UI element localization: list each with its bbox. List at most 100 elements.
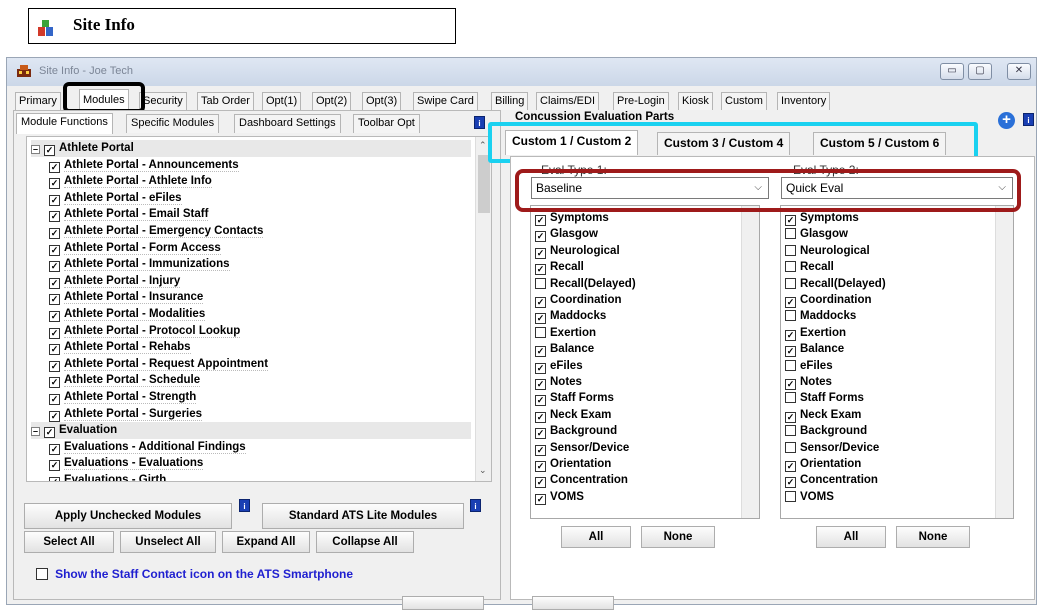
- maximize-button[interactable]: ▢: [968, 63, 992, 80]
- subtab-specific-modules[interactable]: Specific Modules: [126, 114, 220, 133]
- eval-part-checkbox[interactable]: ✓: [785, 329, 796, 341]
- eval-part-item[interactable]: Recall: [785, 259, 834, 275]
- tree-item[interactable]: ✓ Athlete Portal - Strength: [49, 389, 197, 406]
- eval-part-item[interactable]: ✓ eFiles: [535, 358, 583, 374]
- eval-part-checkbox[interactable]: ✓: [535, 247, 546, 259]
- eval-part-checkbox[interactable]: ✓: [535, 411, 546, 423]
- eval-part-item[interactable]: ✓ Neck Exam: [785, 407, 861, 423]
- collapse-all-button[interactable]: Collapse All: [316, 531, 414, 553]
- tab-inventory[interactable]: Inventory: [777, 92, 831, 110]
- eval-part-checkbox[interactable]: ✓: [535, 346, 546, 358]
- eval-part-checkbox[interactable]: [785, 490, 796, 502]
- tree-checkbox[interactable]: ✓: [49, 394, 60, 405]
- unselect-all-button[interactable]: Unselect All: [120, 531, 216, 553]
- tree-item[interactable]: ✓ Evaluations - Evaluations: [49, 455, 204, 472]
- expand-all-button[interactable]: Expand All: [222, 531, 310, 553]
- tab-claims-edi[interactable]: Claims/EDI: [536, 92, 600, 110]
- tree-item[interactable]: ✓ Athlete Portal - Rehabs: [49, 339, 191, 356]
- eval-part-item[interactable]: ✓ Background: [535, 423, 617, 440]
- eval-part-item[interactable]: ✓ Symptoms: [535, 210, 609, 226]
- collapse-icon[interactable]: –: [31, 427, 40, 437]
- collapse-icon[interactable]: –: [31, 145, 40, 154]
- eval-part-checkbox[interactable]: ✓: [535, 362, 546, 374]
- eval-part-checkbox[interactable]: ✓: [785, 297, 796, 308]
- close-button[interactable]: ✕: [1007, 63, 1031, 80]
- tree-item[interactable]: ✓ Athlete Portal - Request Appointment: [49, 356, 269, 373]
- tree-item[interactable]: ✓ Athlete Portal - Immunizations: [49, 256, 230, 273]
- eval-part-item[interactable]: Staff Forms: [785, 390, 864, 406]
- tree-item[interactable]: ✓ Athlete Portal - Emergency Contacts: [49, 223, 264, 240]
- staff-contact-option[interactable]: Show the Staff Contact icon on the ATS S…: [36, 567, 353, 581]
- eval-part-item[interactable]: VOMS: [785, 489, 834, 505]
- eval-part-checkbox[interactable]: ✓: [535, 493, 546, 505]
- eval-part-item[interactable]: ✓ Notes: [785, 374, 832, 390]
- eval-part-checkbox[interactable]: ✓: [785, 379, 796, 390]
- tree-checkbox[interactable]: ✓: [49, 443, 60, 455]
- tab-pre-login[interactable]: Pre-Login: [613, 92, 669, 110]
- eval-part-checkbox[interactable]: [535, 326, 546, 338]
- eval-part-checkbox[interactable]: ✓: [535, 313, 546, 325]
- tree-item[interactable]: ✓ Athlete Portal - eFiles: [49, 190, 182, 207]
- eval-part-checkbox[interactable]: ✓: [535, 215, 546, 226]
- eval-part-item[interactable]: ✓ Balance: [785, 341, 844, 358]
- eval-part-checkbox[interactable]: [785, 359, 796, 371]
- tree-checkbox[interactable]: ✓: [49, 327, 60, 339]
- subtab-module-functions[interactable]: Module Functions: [16, 113, 113, 134]
- tree-checkbox[interactable]: ✓: [49, 294, 60, 306]
- tree-item[interactable]: ✓ Evaluations - Girth: [49, 472, 167, 481]
- eval-part-item[interactable]: ✓ Maddocks: [535, 308, 606, 325]
- tree-checkbox[interactable]: ✓: [44, 427, 55, 439]
- eval-part-item[interactable]: ✓ Staff Forms: [535, 390, 614, 407]
- eval-part-item[interactable]: ✓ Concentration: [785, 472, 878, 489]
- tree-item[interactable]: ✓ Athlete Portal - Protocol Lookup: [49, 323, 241, 340]
- tab-primary[interactable]: Primary: [15, 92, 61, 110]
- eval-part-item[interactable]: Background: [785, 423, 867, 439]
- eval-part-checkbox[interactable]: ✓: [535, 231, 546, 243]
- eval-part-item[interactable]: ✓ Symptoms: [785, 210, 859, 226]
- tree-item[interactable]: ✓ Evaluations - Additional Findings: [49, 439, 246, 456]
- tree-checkbox[interactable]: ✓: [49, 244, 60, 256]
- eval-part-item[interactable]: ✓ Sensor/Device: [535, 440, 629, 456]
- tab-custom[interactable]: Custom: [721, 92, 767, 110]
- eval-part-item[interactable]: ✓ Neurological: [535, 243, 620, 259]
- tree-checkbox[interactable]: ✓: [49, 194, 60, 206]
- subtab-toolbar-opt[interactable]: Toolbar Opt: [353, 114, 420, 133]
- eval-part-checkbox[interactable]: ✓: [785, 215, 796, 226]
- eval-part-checkbox[interactable]: ✓: [535, 379, 546, 390]
- bottom-button[interactable]: [402, 596, 484, 610]
- eval-part-checkbox[interactable]: [785, 425, 796, 437]
- all-button-1[interactable]: All: [561, 526, 631, 548]
- eval-part-checkbox[interactable]: ✓: [535, 444, 546, 456]
- tree-item[interactable]: ✓ Athlete Portal - Injury: [49, 273, 181, 290]
- tree-item[interactable]: ✓ Athlete Portal - Modalities: [49, 306, 206, 323]
- eval-part-item[interactable]: eFiles: [785, 358, 833, 374]
- all-button-2[interactable]: All: [816, 526, 886, 548]
- tree-item[interactable]: ✓ Athlete Portal - Surgeries: [49, 406, 203, 423]
- tree-item[interactable]: ✓ Athlete Portal - Form Access: [49, 240, 221, 257]
- standard-ats-lite-modules-button[interactable]: Standard ATS Lite Modules: [262, 503, 464, 529]
- tree-checkbox[interactable]: ✓: [49, 211, 60, 223]
- eval-part-checkbox[interactable]: ✓: [785, 461, 796, 472]
- tab-swipe-card[interactable]: Swipe Card: [413, 92, 478, 110]
- eval-part-checkbox[interactable]: ✓: [535, 297, 546, 308]
- eval-part-item[interactable]: ✓ VOMS: [535, 489, 584, 505]
- tab-tab-order[interactable]: Tab Order: [197, 92, 254, 110]
- help-book-icon[interactable]: i: [470, 499, 481, 512]
- select-all-button[interactable]: Select All: [24, 531, 114, 553]
- eval-part-item[interactable]: ✓ Recall: [535, 259, 584, 276]
- eval-part-checkbox[interactable]: ✓: [785, 411, 796, 423]
- tree-item[interactable]: ✓ Athlete Portal - Athlete Info: [49, 173, 212, 190]
- tree-checkbox[interactable]: ✓: [49, 311, 60, 322]
- eval-part-item[interactable]: Neurological: [785, 243, 870, 259]
- module-tree[interactable]: – ✓ Athlete Portal ✓ Athlete Portal - Announ…: [26, 136, 492, 482]
- eval-part-item[interactable]: ✓ Neck Exam: [535, 407, 611, 423]
- scroll-thumb[interactable]: [478, 155, 490, 213]
- eval-part-checkbox[interactable]: ✓: [785, 346, 796, 358]
- list-scrollbar[interactable]: [995, 206, 1013, 518]
- tree-scrollbar[interactable]: ⌃ ⌄: [475, 137, 491, 481]
- staff-contact-checkbox[interactable]: [36, 568, 48, 580]
- tree-item[interactable]: ✓ Athlete Portal - Email Staff: [49, 206, 209, 223]
- eval-part-item[interactable]: ✓ Notes: [535, 374, 582, 390]
- tree-checkbox[interactable]: ✓: [49, 277, 60, 289]
- eval-part-checkbox[interactable]: ✓: [535, 477, 546, 489]
